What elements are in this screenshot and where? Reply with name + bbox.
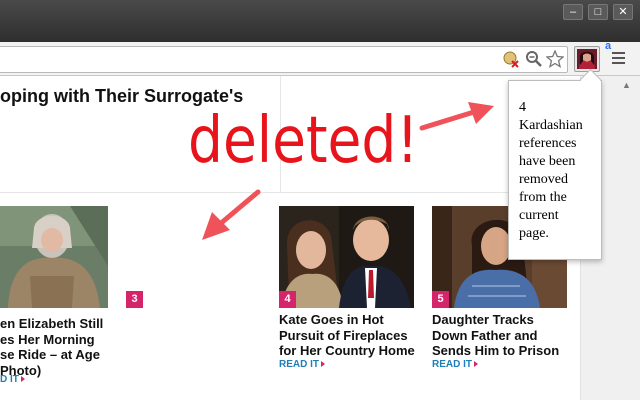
popup-line: Kardashian [519, 118, 583, 133]
maximize-button[interactable]: □ [588, 4, 608, 20]
address-bar[interactable] [0, 46, 568, 73]
story-number-badge: 3 [126, 291, 143, 308]
arrow-to-popup-icon [419, 102, 494, 131]
story-title[interactable]: Daughter Tracks Down Father and Sends Hi… [432, 312, 559, 359]
story-number-badge: 5 [432, 291, 449, 308]
search-icon[interactable] [525, 50, 543, 68]
page-blocked-icon[interactable] [502, 50, 520, 68]
read-it-link[interactable]: READ IT [432, 359, 478, 370]
window-titlebar: – □ ✕ [0, 0, 640, 42]
popup-line: removed [519, 172, 568, 187]
close-button[interactable]: ✕ [613, 4, 633, 20]
story-number-badge: 4 [279, 291, 296, 308]
popup-line: references [519, 136, 577, 151]
popup-line: from the [519, 190, 567, 205]
popup-line: 4 [519, 100, 526, 115]
kardashian-extension-button[interactable] [574, 46, 600, 72]
extension-popup: 4 Kardashian references have been remove… [508, 80, 602, 260]
arrow-to-removed-story-icon [202, 189, 261, 240]
popup-line: have been [519, 154, 576, 169]
scrollbar-up-arrow[interactable]: ▲ [622, 80, 631, 90]
story-thumbnail[interactable] [279, 206, 414, 308]
star-icon[interactable] [546, 50, 564, 68]
minimize-button[interactable]: – [563, 4, 583, 20]
extension-count-badge: a [605, 40, 612, 52]
popup-line: page. [519, 226, 549, 241]
popup-line: current [519, 208, 559, 223]
divider [0, 192, 580, 193]
browser-toolbar [0, 42, 640, 76]
story-title[interactable]: Kate Goes in Hot Pursuit of Fireplaces f… [279, 312, 415, 359]
kardashian-extension-icon [577, 49, 597, 69]
menu-icon[interactable] [612, 52, 625, 66]
deleted-overlay-text: deleted! [188, 104, 419, 178]
read-it-link[interactable]: READ IT [279, 359, 325, 370]
read-it-link[interactable]: D IT [0, 374, 25, 385]
story-title[interactable]: en Elizabeth Still es Her Morning se Rid… [0, 316, 103, 378]
story-thumbnail[interactable] [0, 206, 108, 308]
